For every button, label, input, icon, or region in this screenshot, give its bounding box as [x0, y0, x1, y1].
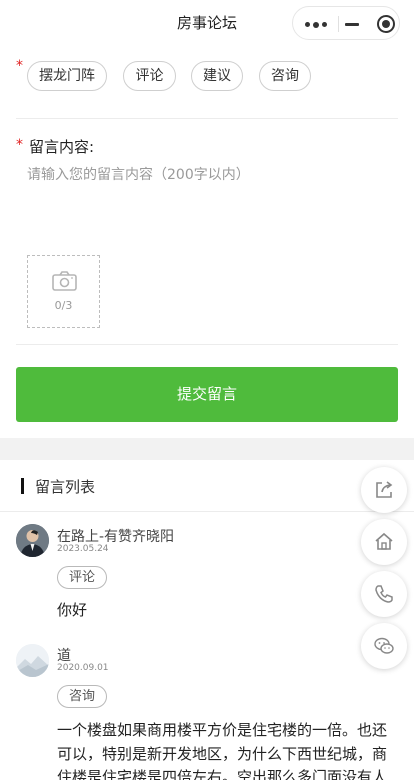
divider [16, 344, 398, 345]
comment-author: 道 [57, 648, 71, 664]
content-textarea[interactable] [27, 164, 387, 224]
mini-program-capsule [292, 6, 400, 40]
required-mark-category: * [16, 58, 23, 74]
home-icon [375, 532, 393, 550]
upload-count: 0/3 [54, 299, 73, 312]
comment-date: 2020.09.01 [57, 663, 109, 673]
category-chip-comment[interactable]: 评论 [123, 61, 176, 91]
comment-text-line: 住楼是住宅楼是四倍左右。空出那么多门面没有人 [57, 768, 388, 780]
home-button[interactable] [361, 519, 407, 565]
phone-button[interactable] [361, 571, 407, 617]
submit-button[interactable]: 提交留言 [16, 367, 398, 422]
comment-date: 2023.05.24 [57, 544, 109, 554]
wechat-icon [374, 637, 394, 654]
share-icon [376, 481, 393, 498]
content-label: 留言内容: [29, 138, 95, 156]
comment-text: 你好 [57, 601, 88, 619]
share-button[interactable] [361, 467, 407, 513]
target-circle-icon[interactable] [377, 15, 395, 33]
avatar[interactable] [16, 524, 49, 557]
category-chip-suggestion[interactable]: 建议 [191, 61, 243, 91]
divider [16, 118, 398, 119]
comment-text-line: 可以，特别是新开发地区，为什么下西世纪城，商 [57, 745, 388, 763]
list-title-accent [21, 478, 24, 494]
capsule-separator [338, 16, 339, 32]
section-separator [0, 438, 414, 460]
top-bar: 房事论坛 [0, 0, 414, 46]
list-title: 留言列表 [35, 478, 96, 496]
minus-icon[interactable] [345, 23, 359, 26]
camera-icon [52, 271, 77, 291]
wechat-button[interactable] [361, 623, 407, 669]
comment-text-line: 一个楼盘如果商用楼平方价是住宅楼的一倍。也还 [57, 721, 388, 739]
category-chip-baimenzhen[interactable]: 摆龙门阵 [27, 61, 107, 91]
more-dots-icon[interactable] [305, 21, 327, 28]
image-upload-box[interactable]: 0/3 [27, 255, 100, 328]
comment-author: 在路上-有赞齐晓阳 [57, 529, 175, 545]
category-chip-consult[interactable]: 咨询 [259, 61, 311, 91]
phone-icon [375, 585, 393, 603]
comment-tag: 评论 [57, 566, 107, 589]
required-mark-content: * [16, 137, 23, 153]
divider [0, 511, 414, 512]
avatar[interactable] [16, 644, 49, 677]
comment-tag: 咨询 [57, 685, 107, 708]
